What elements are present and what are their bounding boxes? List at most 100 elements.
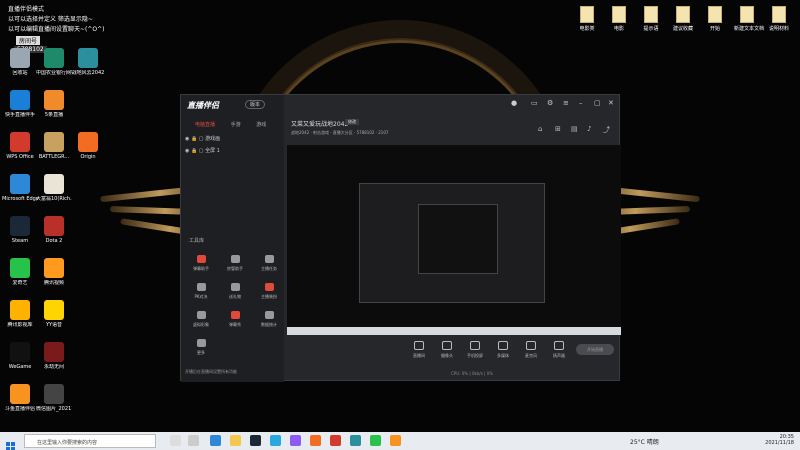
desktop-icon[interactable]: 快手直播伴手	[2, 90, 38, 118]
list-icon[interactable]: ▤	[571, 125, 578, 133]
desktop-file[interactable]: 电影	[606, 6, 632, 32]
taskbar-search-input[interactable]: 在这里输入你要搜索的内容	[24, 434, 156, 448]
bell-icon[interactable]: ♪	[587, 125, 591, 133]
cortana-icon[interactable]	[170, 435, 181, 446]
file-label: 建议收藏	[672, 26, 693, 32]
bottom-tool-button[interactable]: 直播间	[407, 341, 431, 359]
desktop-icon[interactable]: 微信图片_20211111...	[36, 384, 72, 412]
desktop-file[interactable]: 提示语	[638, 6, 664, 32]
app-icon	[10, 90, 30, 110]
overlay-ticker-line: 以可以选择并定义 筛选显示隐~	[8, 16, 93, 23]
tool-label: 更多	[197, 350, 205, 355]
tab-pc-live[interactable]: 电脑直播	[195, 122, 215, 128]
tool-button[interactable]: 数据统计	[255, 311, 283, 328]
tool-button[interactable]: 更多	[187, 339, 215, 356]
desktop-icon-label: 战地风云2042	[71, 70, 105, 76]
preview-taskbar	[287, 327, 621, 335]
desktop-icon[interactable]: WeGame	[2, 342, 38, 370]
settings-icon[interactable]: ⚙	[547, 99, 553, 107]
tab-game[interactable]: 游戏	[256, 122, 266, 128]
desktop-icon-label: 5条直播	[44, 112, 64, 118]
status-line: CPU: 0% | 0kb/s | 0%	[451, 371, 494, 376]
version-badge[interactable]: 版本	[245, 100, 266, 109]
task-view-icon[interactable]	[188, 435, 199, 446]
tool-button[interactable]: 送礼物	[221, 283, 249, 300]
tool-button[interactable]: 主播任务	[255, 255, 283, 272]
app-taskbar-icon[interactable]	[290, 435, 301, 446]
desktop-icon[interactable]: 腾讯影视库	[2, 300, 38, 328]
weather-widget[interactable]: 25°C 晴朗	[630, 437, 659, 446]
tool-button[interactable]: 主播装扮	[255, 283, 283, 300]
desktop-file[interactable]: 说明材料	[766, 6, 792, 32]
tool-button[interactable]: 房管助手	[221, 255, 249, 272]
gift-icon[interactable]: ⌂	[538, 125, 542, 133]
desktop-icon[interactable]: Microsoft Edge	[2, 174, 38, 202]
maximize-icon[interactable]: ▢	[594, 99, 601, 107]
tool-button[interactable]: PK对决	[187, 283, 215, 300]
bottom-tool-button[interactable]: 手机投屏	[463, 341, 487, 359]
edit-title-tag[interactable]: 修改	[345, 119, 359, 125]
desktop-icon[interactable]: 中国农业银行网银助手	[36, 48, 72, 76]
minimize-icon[interactable]: –	[579, 99, 583, 107]
bottom-tool-label: 多媒体	[497, 353, 509, 358]
desktop-file[interactable]: 建议收藏	[670, 6, 696, 32]
windows-start-icon[interactable]	[6, 436, 15, 450]
stream-preview[interactable]	[287, 145, 621, 335]
desktop-file[interactable]: 开始	[702, 6, 728, 32]
desktop-icon-label: 永劫无间	[43, 364, 64, 370]
record-icon[interactable]: ●	[511, 99, 517, 107]
bottom-tool-label: 扬声器	[553, 353, 565, 358]
bottom-tool-button[interactable]: 多媒体	[491, 341, 515, 359]
menu-icon[interactable]: ≡	[563, 99, 569, 107]
desktop-icon[interactable]: 永劫无间	[36, 342, 72, 370]
tab-mobile[interactable]: 手游	[231, 122, 241, 128]
desktop-icon[interactable]: BATTLEGR...	[36, 132, 72, 160]
bottom-tool-button[interactable]: 摄像头	[435, 341, 459, 359]
stream-title[interactable]: 又菜又爱玩战地2042	[291, 119, 348, 128]
desktop-icon[interactable]: 爱奇艺	[2, 258, 38, 286]
desktop-icon[interactable]: Origin	[70, 132, 106, 160]
desktop-file[interactable]: 电影类	[574, 6, 600, 32]
scene-item[interactable]: ◉ 🔒 ▢ 游戏画	[185, 135, 220, 142]
app-icon	[44, 216, 64, 236]
close-icon[interactable]: ✕	[608, 99, 614, 107]
desktop-file[interactable]: 新建文本文档	[734, 6, 764, 32]
desktop-icon[interactable]: Dota 2	[36, 216, 72, 244]
tool-button[interactable]: 虚拟形象	[187, 311, 215, 328]
desktop-icon[interactable]: YY语音	[36, 300, 72, 328]
desktop-icon[interactable]: 腾讯视频	[36, 258, 72, 286]
bf2042-taskbar-icon[interactable]	[350, 435, 361, 446]
tool-label: 弹幕助手	[193, 266, 209, 271]
message-icon[interactable]: ▭	[531, 99, 538, 107]
app-icon	[44, 174, 64, 194]
start-live-button[interactable]: 开始直播	[576, 344, 614, 355]
taskbar-clock[interactable]: 20:35 2021/11/18	[765, 434, 794, 446]
desktop-icon[interactable]: WPS Office	[2, 132, 38, 160]
desktop-icon[interactable]: 5条直播	[36, 90, 72, 118]
desktop-icon[interactable]: Steam	[2, 216, 38, 244]
steam-taskbar-icon[interactable]	[250, 435, 261, 446]
file-label: 说明材料	[768, 26, 789, 32]
desktop-icon-label: Steam	[11, 238, 29, 244]
bottom-tool-button[interactable]: 扬声器	[547, 341, 571, 359]
explorer-taskbar-icon[interactable]	[230, 435, 241, 446]
desktop-icon[interactable]: 战地风云2042	[70, 48, 106, 76]
tool-button[interactable]: 弹幕秀	[221, 311, 249, 328]
live-companion-taskbar-icon[interactable]	[390, 435, 401, 446]
overlay-ticker-line: 以可以编辑直播间设置聊天~(^O^)	[8, 26, 105, 33]
bottom-tool-icon	[414, 341, 424, 350]
app-taskbar-icon[interactable]	[330, 435, 341, 446]
scene-item[interactable]: ◉ 🔒 ▢ 全屏 1	[185, 147, 220, 154]
origin-taskbar-icon[interactable]	[310, 435, 321, 446]
bottom-tool-button[interactable]: 麦克风	[519, 341, 543, 359]
shop-icon[interactable]: ⊞	[555, 125, 561, 133]
app-taskbar-icon[interactable]	[370, 435, 381, 446]
edge-taskbar-icon[interactable]	[210, 435, 221, 446]
desktop-icon[interactable]: 大富翁10(Rich...	[36, 174, 72, 202]
app-icon	[78, 132, 98, 152]
app-taskbar-icon[interactable]	[270, 435, 281, 446]
desktop-icon[interactable]: 斗鱼直播伴侣	[2, 384, 38, 412]
desktop-icon[interactable]: 回收站	[2, 48, 38, 76]
tool-button[interactable]: 弹幕助手	[187, 255, 215, 272]
share-icon[interactable]: ⤴	[603, 125, 610, 135]
